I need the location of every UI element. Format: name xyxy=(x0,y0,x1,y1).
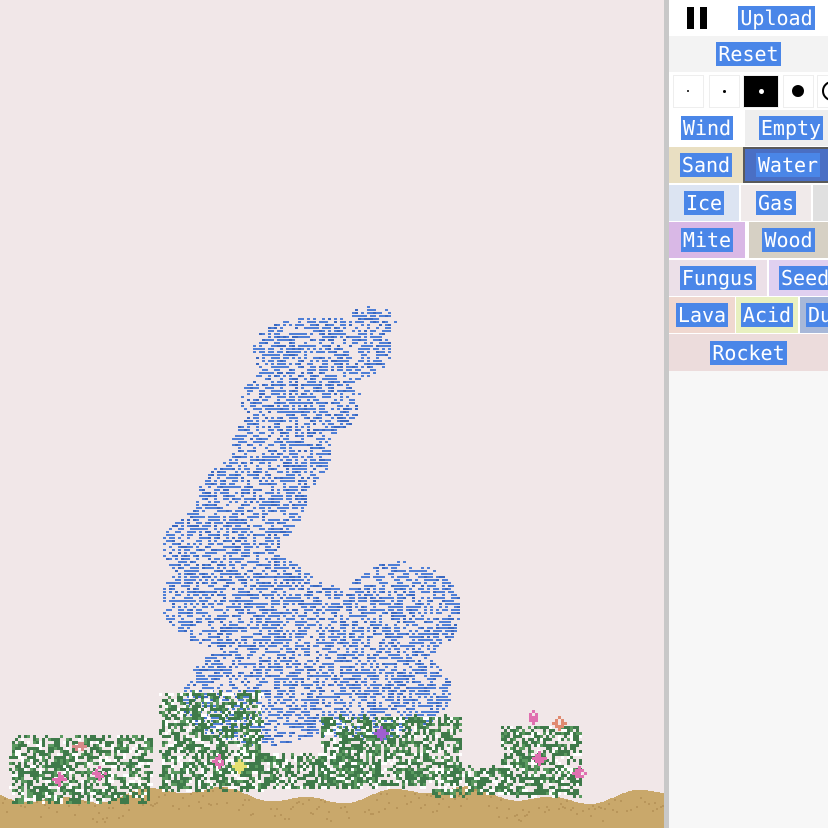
dot-icon xyxy=(822,81,828,101)
element-mite-button[interactable]: Mite xyxy=(680,228,734,252)
brush-size-small[interactable] xyxy=(708,74,740,108)
dot-icon xyxy=(722,89,726,93)
element-mite-cell: Mite xyxy=(669,222,745,258)
element-acid-cell: Acid xyxy=(736,297,798,333)
element-rocket-cell: Rocket xyxy=(669,334,828,371)
element-gas-cell: Gas xyxy=(741,185,811,221)
element-wood-cell: Wood xyxy=(749,222,828,258)
element-water-cell: Water xyxy=(743,147,828,183)
element-lava-cell: Lava xyxy=(669,297,735,333)
control-panel: Upload Reset Wind Empty Sand Water Ice G… xyxy=(669,0,828,828)
element-du-cell: Du xyxy=(800,297,828,333)
element-rocket-button[interactable]: Rocket xyxy=(710,340,787,365)
brush-size-xlarge[interactable] xyxy=(817,74,828,108)
element-empty-button[interactable]: Empty xyxy=(758,116,824,140)
element-fungus-button[interactable]: Fungus xyxy=(679,266,757,290)
pause-button[interactable] xyxy=(669,0,725,36)
upload-button[interactable]: Upload xyxy=(738,6,815,30)
element-wind-cell: Wind xyxy=(669,110,745,146)
simulation-canvas[interactable] xyxy=(0,0,664,828)
element-ice-cell: Ice xyxy=(669,185,739,221)
dot-icon xyxy=(758,88,764,94)
sandbox-canvas[interactable] xyxy=(0,0,664,828)
element-lava-button[interactable]: Lava xyxy=(675,303,729,327)
element-sand-cell: Sand xyxy=(669,147,743,183)
brush-size-medium[interactable] xyxy=(743,74,779,108)
element-wind-button[interactable]: Wind xyxy=(680,116,734,140)
element-seed-button[interactable]: Seed xyxy=(779,266,828,290)
element-hidden-cell[interactable] xyxy=(813,185,828,221)
pause-icon xyxy=(687,7,707,29)
element-wood-button[interactable]: Wood xyxy=(762,228,815,252)
dot-icon xyxy=(687,90,689,92)
panel-empty-area xyxy=(669,371,828,828)
element-empty-cell: Empty xyxy=(745,110,828,146)
element-fungus-cell: Fungus xyxy=(669,260,767,296)
element-acid-button[interactable]: Acid xyxy=(740,303,794,327)
reset-button[interactable]: Reset xyxy=(716,42,781,66)
element-gas-button[interactable]: Gas xyxy=(755,191,797,215)
brush-size-row xyxy=(669,73,828,109)
element-sand-button[interactable]: Sand xyxy=(679,153,733,177)
element-seed-cell: Seed xyxy=(769,260,828,296)
element-water-button[interactable]: Water xyxy=(755,153,821,177)
element-du-button[interactable]: Du xyxy=(806,303,828,327)
element-ice-button[interactable]: Ice xyxy=(683,191,725,215)
dot-icon xyxy=(792,85,804,97)
brush-size-tiny[interactable] xyxy=(672,74,704,108)
brush-size-large[interactable] xyxy=(782,74,814,108)
